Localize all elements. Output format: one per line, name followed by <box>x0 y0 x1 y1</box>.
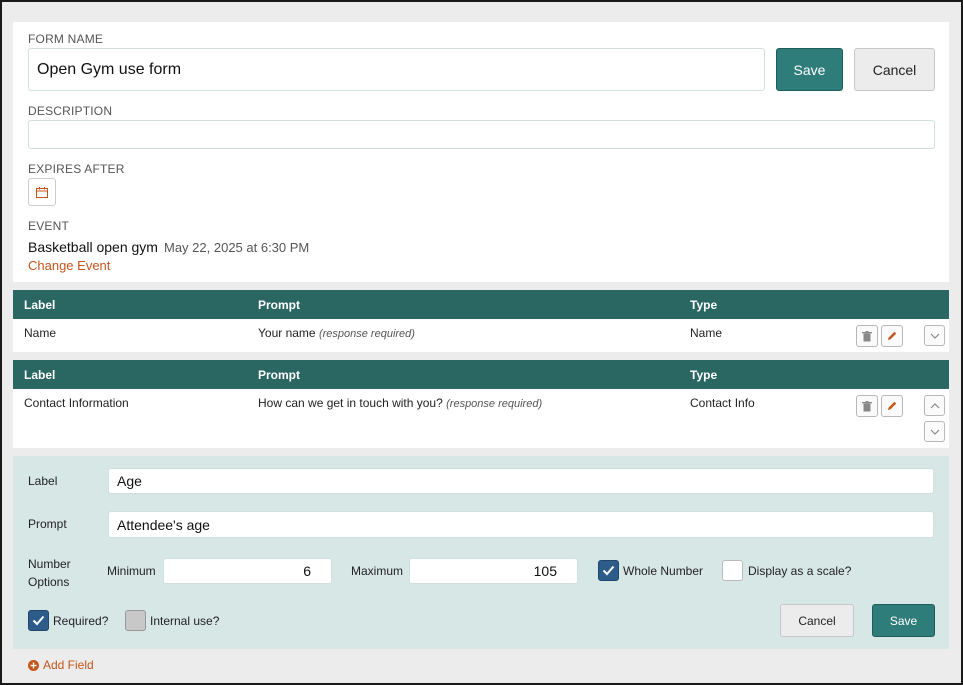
event-name: Basketball open gym <box>28 239 158 255</box>
field-prompt-cell: How can we get in touch with you? (respo… <box>258 396 542 410</box>
maximum-label: Maximum <box>351 564 404 578</box>
display-scale-label: Display as a scale? <box>748 564 852 578</box>
delete-field-button[interactable] <box>856 325 878 347</box>
expires-date-picker-button[interactable] <box>28 178 56 206</box>
internal-use-checkbox[interactable] <box>125 610 146 631</box>
plus-circle-icon <box>28 659 39 671</box>
edit-field-button[interactable] <box>881 325 903 347</box>
field-label-cell: Name <box>24 326 57 340</box>
delete-field-button[interactable] <box>856 395 878 417</box>
move-down-button[interactable] <box>924 421 945 442</box>
column-header-prompt: Prompt <box>258 298 300 312</box>
column-header-label: Label <box>24 368 56 382</box>
move-down-button[interactable] <box>924 325 945 346</box>
checkmark-icon <box>602 565 615 576</box>
field-table-header: Label Prompt Type <box>13 360 949 389</box>
number-options-line1: Number <box>28 557 71 571</box>
description-label: DESCRIPTION <box>28 104 113 118</box>
form-name-label: FORM NAME <box>28 32 104 46</box>
calendar-icon <box>36 186 48 198</box>
add-field-label: Add Field <box>43 658 94 672</box>
form-save-button[interactable]: Save <box>776 48 843 91</box>
editor-label-input[interactable]: Age <box>108 468 934 494</box>
required-note: (response required) <box>446 398 543 410</box>
required-checkbox[interactable] <box>28 610 49 631</box>
field-type-cell: Contact Info <box>690 396 755 410</box>
field-prompt-cell: Your name (response required) <box>258 326 415 340</box>
description-input[interactable] <box>28 120 935 149</box>
field-prompt-text: How can we get in touch with you? <box>258 396 443 410</box>
number-options-line2: Options <box>28 575 70 589</box>
editor-prompt-input[interactable]: Attendee's age <box>108 511 934 538</box>
column-header-prompt: Prompt <box>258 368 300 382</box>
field-label-cell: Contact Information <box>24 396 129 410</box>
internal-use-label: Internal use? <box>150 614 220 628</box>
checkmark-icon <box>32 615 45 626</box>
required-note: (response required) <box>318 328 415 340</box>
expires-after-label: EXPIRES AFTER <box>28 162 125 176</box>
column-header-type: Type <box>690 298 718 312</box>
table-row: Name Your name (response required) Name <box>13 319 949 352</box>
event-date: May 22, 2025 at 6:30 PM <box>164 240 310 255</box>
column-header-label: Label <box>24 298 56 312</box>
number-options-caption: Number Options <box>28 555 71 591</box>
editor-save-button[interactable]: Save <box>872 604 935 637</box>
maximum-input[interactable]: 105 <box>409 558 578 584</box>
move-up-button[interactable] <box>924 395 945 416</box>
field-prompt-text: Your name <box>258 326 316 340</box>
table-row: Contact Information How can we get in to… <box>13 389 949 448</box>
trash-icon <box>862 400 872 412</box>
editor-prompt-caption: Prompt <box>28 517 67 531</box>
display-scale-checkbox[interactable] <box>722 560 743 581</box>
field-table-header: Label Prompt Type <box>13 290 949 319</box>
chevron-down-icon <box>930 429 940 435</box>
pencil-icon <box>886 330 898 342</box>
change-event-link[interactable]: Change Event <box>28 258 110 273</box>
required-label: Required? <box>53 614 109 628</box>
minimum-input[interactable]: 6 <box>163 558 332 584</box>
minimum-label: Minimum <box>107 564 156 578</box>
form-cancel-button[interactable]: Cancel <box>854 48 935 91</box>
chevron-down-icon <box>930 333 940 339</box>
add-field-link[interactable]: Add Field <box>28 658 94 672</box>
editor-cancel-button[interactable]: Cancel <box>780 604 854 637</box>
whole-number-checkbox[interactable] <box>598 560 619 581</box>
trash-icon <box>862 330 872 342</box>
pencil-icon <box>886 400 898 412</box>
event-label: EVENT <box>28 219 70 233</box>
editor-label-caption: Label <box>28 474 58 488</box>
whole-number-label: Whole Number <box>623 564 704 578</box>
column-header-type: Type <box>690 368 718 382</box>
edit-field-button[interactable] <box>881 395 903 417</box>
chevron-up-icon <box>930 402 940 409</box>
field-type-cell: Name <box>690 326 723 340</box>
form-name-input[interactable]: Open Gym use form <box>28 48 765 91</box>
